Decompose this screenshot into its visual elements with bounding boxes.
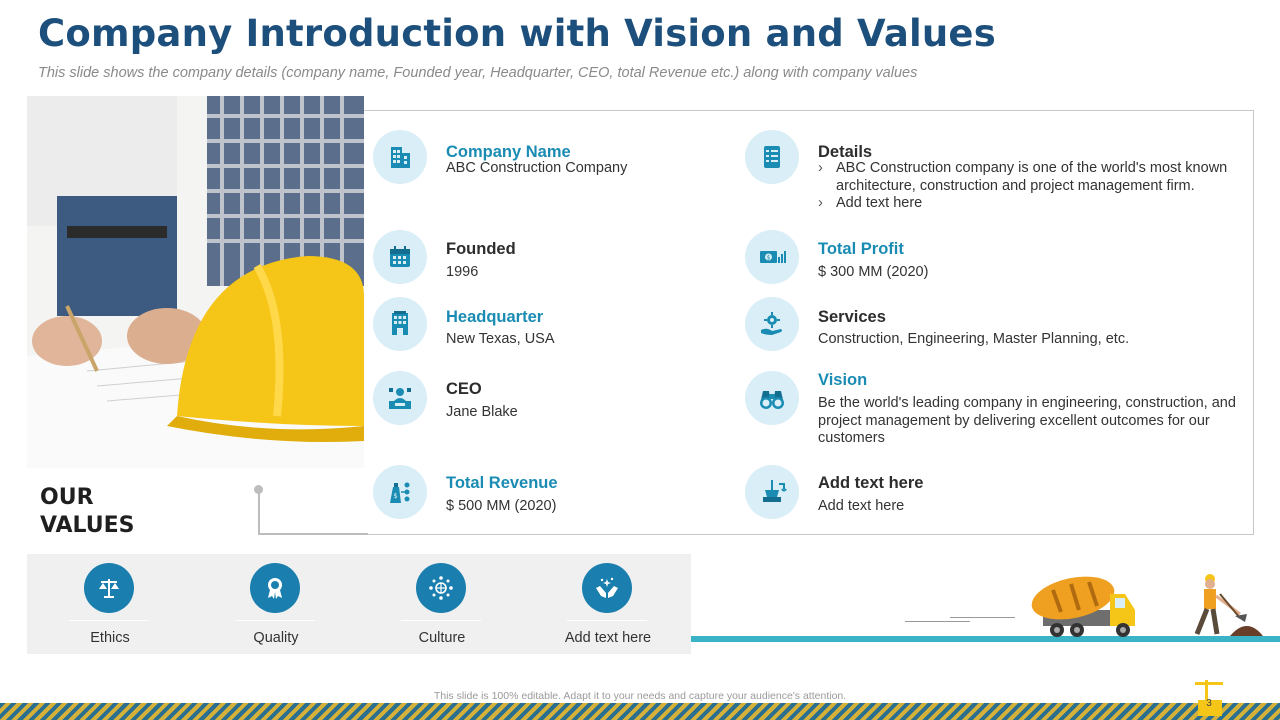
- value-item-quality: Quality: [193, 554, 359, 654]
- ceo-value: Jane Blake: [446, 404, 518, 420]
- cash-chart-icon: $: [745, 230, 799, 284]
- company-name-value: ABC Construction Company: [446, 160, 628, 176]
- total-revenue-label: Total Revenue: [446, 474, 558, 492]
- founded-value: 1996: [446, 264, 479, 280]
- speed-line: [950, 617, 1015, 618]
- footer-stripe: [0, 703, 1280, 720]
- vision-label: Vision: [818, 371, 868, 389]
- building-icon: [373, 130, 427, 184]
- divider: [567, 620, 647, 621]
- construction-photo: [27, 96, 364, 468]
- services-label: Services: [818, 308, 886, 326]
- headquarter-label: Headquarter: [446, 308, 544, 326]
- value-item-culture: Culture: [359, 554, 525, 654]
- details-list: ABC Construction company is one of the w…: [818, 160, 1243, 213]
- vision-value: Be the world's leading company in engine…: [818, 395, 1236, 446]
- total-profit-label: Total Profit: [818, 240, 904, 258]
- quality-badge-icon: [250, 563, 300, 613]
- scales-icon: [84, 563, 134, 613]
- gear-hand-icon: [745, 297, 799, 351]
- value-item-ethics: Ethics: [27, 554, 193, 654]
- office-building-icon: [373, 297, 427, 351]
- total-profit-value: $ 300 MM (2020): [818, 264, 929, 280]
- extra-value: Add text here: [818, 498, 905, 514]
- globe-network-icon: [416, 563, 466, 613]
- money-bag-icon: $: [373, 465, 427, 519]
- connector-line: [258, 489, 260, 534]
- extra-label: Add text here: [818, 474, 924, 492]
- crane-icon: [745, 465, 799, 519]
- values-title: OUR VALUES: [40, 485, 135, 538]
- value-item-extra: Add text here: [525, 554, 691, 654]
- total-revenue-value: $ 500 MM (2020): [446, 498, 557, 514]
- headquarter-value: New Texas, USA: [446, 331, 555, 347]
- checklist-icon: [745, 130, 799, 184]
- svg-text:$: $: [767, 255, 771, 262]
- divider: [235, 620, 315, 621]
- values-panel: Ethics Quality Culture Add text here: [27, 554, 691, 654]
- page-title: Company Introduction with Vision and Val…: [38, 12, 996, 55]
- construction-illustration: [1031, 574, 1263, 637]
- value-label: Ethics: [90, 630, 130, 646]
- value-label: Quality: [253, 630, 299, 646]
- binoculars-icon: [745, 371, 799, 425]
- services-value: Construction, Engineering, Master Planni…: [818, 331, 1130, 347]
- page-number: 3: [1206, 698, 1212, 709]
- divider: [69, 620, 149, 621]
- details-bullet: Add text here: [818, 195, 1243, 213]
- footer-text: This slide is 100% editable. Adapt it to…: [433, 690, 847, 702]
- page-subtitle: This slide shows the company details (co…: [38, 65, 918, 81]
- calendar-icon: [373, 230, 427, 284]
- hands-sparkle-icon: [582, 563, 632, 613]
- founded-label: Founded: [446, 240, 516, 258]
- ceo-label: CEO: [446, 380, 482, 398]
- speed-line: [905, 621, 970, 622]
- svg-text:$: $: [393, 492, 397, 500]
- connector-line: [258, 533, 368, 535]
- details-bullet: ABC Construction company is one of the w…: [818, 160, 1243, 195]
- divider: [401, 620, 481, 621]
- value-label: Add text here: [564, 630, 652, 646]
- value-label: Culture: [418, 630, 466, 646]
- ceo-desk-icon: [373, 371, 427, 425]
